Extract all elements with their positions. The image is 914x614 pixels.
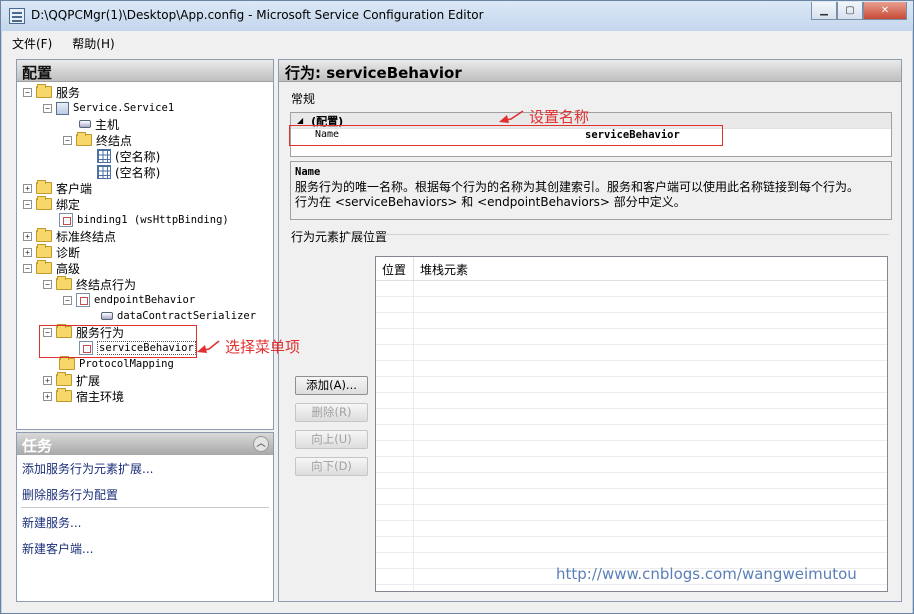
arrow-head-1 xyxy=(499,115,509,123)
app-window: D:\QQPCMgr(1)\Desktop\App.config - Micro… xyxy=(0,0,914,614)
watermark-text: http://www.cnblogs.com/wangweimutou xyxy=(556,565,857,583)
annotation-arrows xyxy=(197,110,524,353)
arrow-head-2 xyxy=(197,345,207,353)
